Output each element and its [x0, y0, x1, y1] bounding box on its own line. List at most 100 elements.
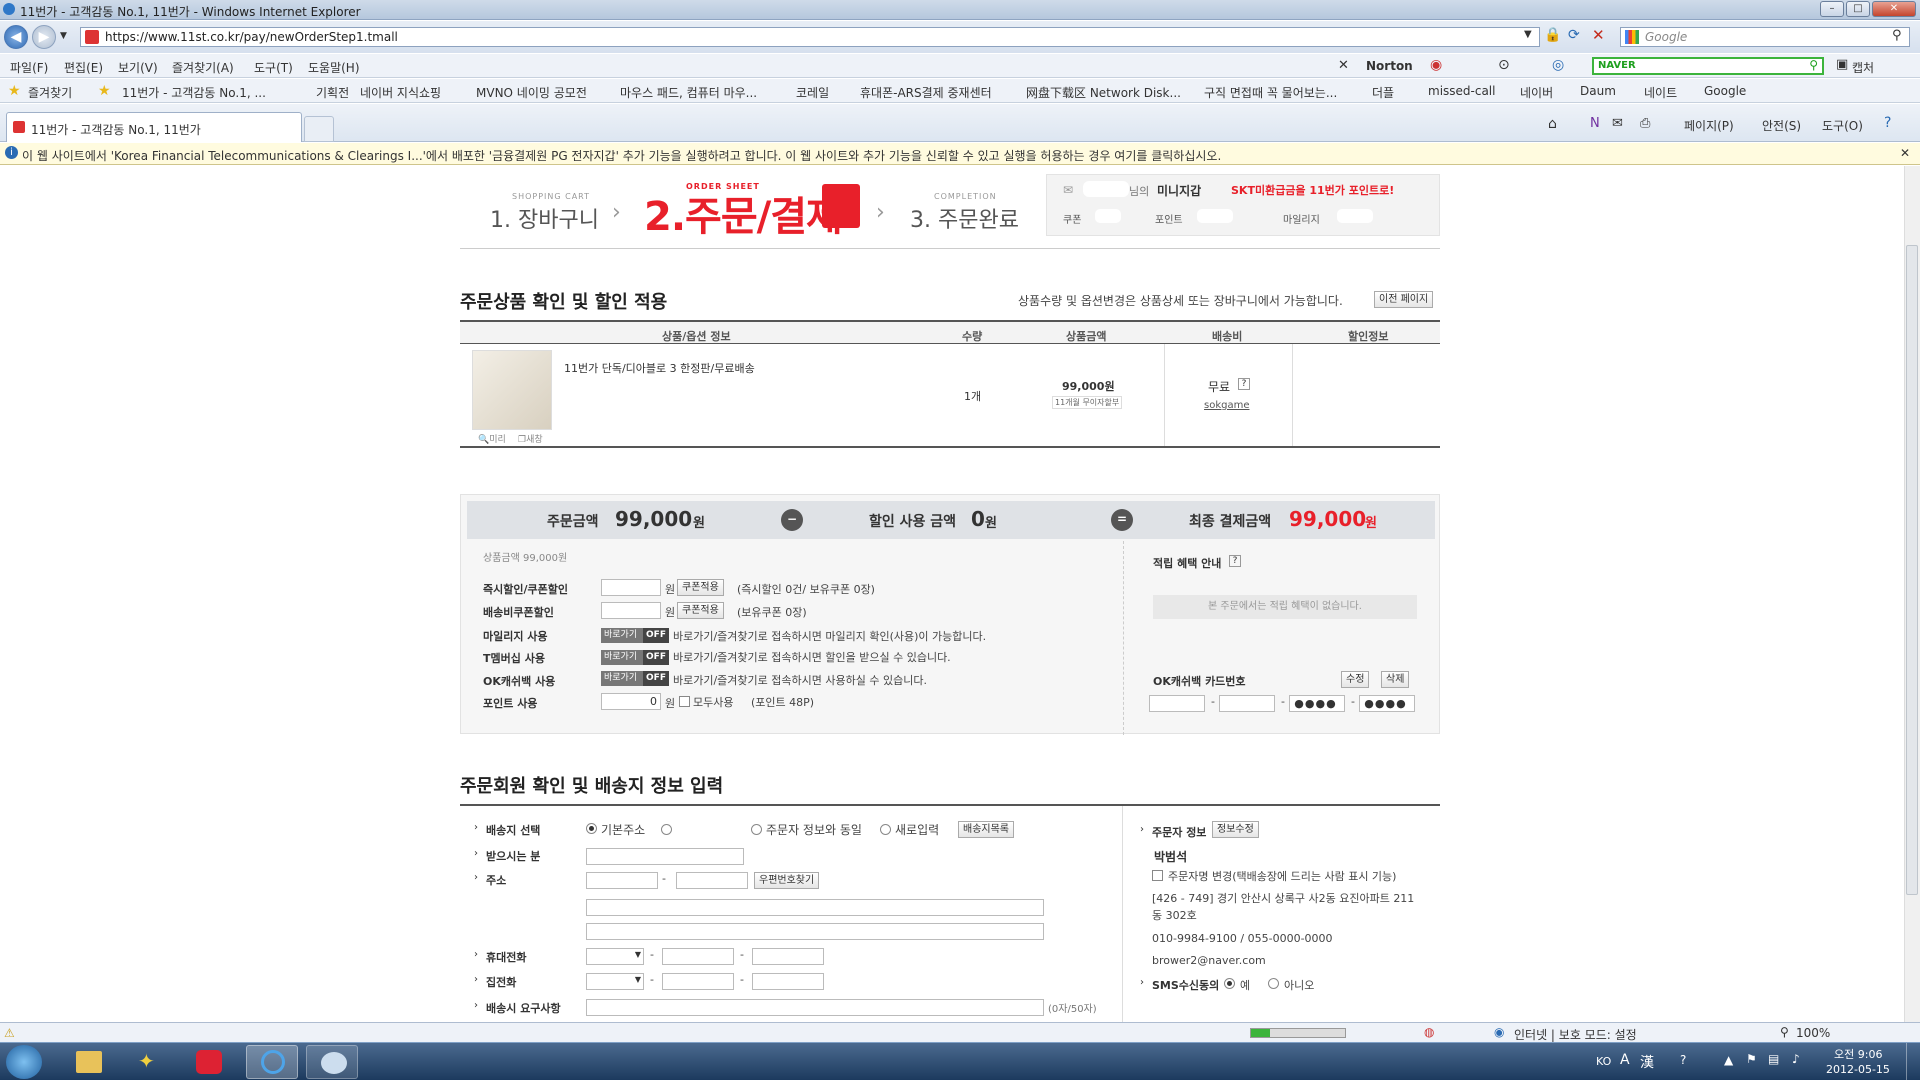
okcashbag-shortcut-toggle[interactable]: 바로가기 OFF	[601, 671, 669, 686]
change-name-checkbox[interactable]	[1152, 870, 1163, 881]
shipping-help-icon[interactable]: ?	[1238, 378, 1250, 390]
network-icon[interactable]: ▤	[1768, 1052, 1779, 1066]
skt-promo-link[interactable]: SKT미환급금을 11번가 포인트로!	[1231, 182, 1394, 198]
ship-coupon-button[interactable]: 쿠폰적용	[677, 602, 724, 619]
fav-network-disk[interactable]: 网盘下载区 Network Disk...	[1026, 84, 1181, 101]
history-dropdown-icon[interactable]: ▼	[60, 31, 67, 41]
menu-favorites[interactable]: 즐겨찾기(A)	[172, 59, 234, 76]
tray-expand-icon[interactable]: ▲	[1724, 1053, 1733, 1067]
norton-safe-icon[interactable]: ◉	[1430, 57, 1442, 73]
request-input[interactable]	[586, 999, 1044, 1016]
menu-file[interactable]: 파일(F)	[10, 59, 48, 76]
app-taskbar-icon[interactable]	[182, 1045, 234, 1079]
lock-icon[interactable]: 🔒	[1544, 27, 1561, 43]
mobile-last-input[interactable]	[752, 948, 824, 965]
hanja-icon[interactable]: 漢	[1640, 1052, 1654, 1072]
instant-coupon-button[interactable]: 쿠폰적용	[677, 579, 724, 596]
address2-input[interactable]	[586, 923, 1044, 940]
address-input[interactable]: https://www.11st.co.kr/pay/newOrderStep1…	[80, 27, 1540, 47]
wand-taskbar-icon[interactable]: ✦	[122, 1045, 174, 1079]
back-button[interactable]: ◀	[4, 25, 28, 49]
clock-date[interactable]: 2012-05-15	[1826, 1063, 1890, 1076]
home-icon[interactable]: ⌂	[1548, 116, 1557, 132]
minimize-button[interactable]: –	[1820, 1, 1844, 17]
okcard-part4[interactable]: ●●●●	[1359, 695, 1415, 712]
receiver-input[interactable]	[586, 848, 744, 865]
search-icon[interactable]: ⚲	[1892, 28, 1902, 43]
edit-info-button[interactable]: 정보수정	[1212, 821, 1259, 838]
zip1-input[interactable]	[586, 872, 658, 889]
okcard-edit-button[interactable]: 수정	[1341, 671, 1370, 688]
ie-taskbar-icon[interactable]	[246, 1045, 298, 1079]
zoom-level[interactable]: 100%	[1796, 1026, 1830, 1040]
onenote-icon[interactable]: N	[1590, 116, 1600, 131]
okcard-part3[interactable]: ●●●●	[1289, 695, 1345, 712]
fav-nate[interactable]: 네이트	[1644, 84, 1677, 101]
okcard-part2[interactable]	[1219, 695, 1275, 712]
fav-mvno[interactable]: MVNO 네이밍 공모전	[476, 84, 587, 101]
address1-input[interactable]	[586, 899, 1044, 916]
home-prefix-select[interactable]	[586, 973, 644, 990]
scrollbar-thumb[interactable]	[1906, 245, 1918, 895]
okcard-part1[interactable]	[1149, 695, 1205, 712]
mobile-mid-input[interactable]	[662, 948, 734, 965]
okcard-delete-button[interactable]: 삭제	[1381, 671, 1410, 688]
maximize-button[interactable]: □	[1846, 1, 1870, 17]
point-input[interactable]: 0	[601, 693, 661, 710]
mileage-shortcut-toggle[interactable]: 바로가기 OFF	[601, 628, 669, 643]
radio-new-address[interactable]	[880, 824, 891, 835]
clock-time[interactable]: 오전 9:06	[1834, 1046, 1882, 1062]
find-zip-button[interactable]: 우편번호찾기	[754, 872, 820, 889]
menu-tools[interactable]: 도구(T)	[254, 59, 293, 76]
home-mid-input[interactable]	[662, 973, 734, 990]
infobar-close-icon[interactable]: ✕	[1900, 146, 1910, 160]
fav-naver-shopping[interactable]: 네이버 지식쇼핑	[360, 84, 441, 101]
search-input[interactable]: Google	[1620, 27, 1910, 47]
cmd-page[interactable]: 페이지(P)	[1684, 117, 1734, 134]
refresh-icon[interactable]: ⟳	[1568, 27, 1580, 43]
capture-icon[interactable]: ▣	[1836, 57, 1848, 72]
start-button[interactable]	[6, 1045, 42, 1079]
capture-button[interactable]: 캡처	[1852, 59, 1874, 76]
instant-discount-input[interactable]	[601, 579, 661, 596]
read-mail-icon[interactable]: ✉	[1612, 116, 1623, 131]
prev-page-button[interactable]: 이전 페이지	[1374, 291, 1434, 308]
benefit-help-icon[interactable]: ?	[1229, 555, 1241, 567]
radio-same-as-orderer[interactable]	[751, 824, 762, 835]
wallet-mileage[interactable]: 마일리지	[1283, 211, 1320, 226]
fav-promo[interactable]: 기획전	[316, 84, 349, 101]
tmembership-shortcut-toggle[interactable]: 바로가기 OFF	[601, 650, 669, 665]
toolbar-web-icon[interactable]: ◎	[1552, 57, 1564, 73]
menu-view[interactable]: 보기(V)	[118, 59, 158, 76]
fav-missed-call[interactable]: missed-call	[1428, 84, 1495, 98]
radio-basic-address[interactable]	[586, 823, 597, 834]
use-all-points-checkbox[interactable]	[679, 696, 690, 707]
security-zone[interactable]: 인터넷 | 보호 모드: 설정	[1514, 1026, 1637, 1043]
preview-link[interactable]: 🔍미리	[478, 432, 506, 445]
home-last-input[interactable]	[752, 973, 824, 990]
ship-coupon-input[interactable]	[601, 602, 661, 619]
norton-button[interactable]: Norton	[1366, 59, 1413, 73]
radio-extra[interactable]	[661, 824, 672, 835]
cmd-safety[interactable]: 안전(S)	[1762, 117, 1801, 134]
sms-no-radio[interactable]	[1268, 978, 1279, 989]
forward-button[interactable]: ▶	[32, 25, 56, 49]
fav-ars[interactable]: 휴대폰-ARS결제 중재센터	[860, 84, 992, 101]
naver-search-input[interactable]: NAVER ⚲	[1592, 57, 1824, 75]
wallet-point[interactable]: 포인트	[1155, 211, 1183, 226]
fav-daum[interactable]: Daum	[1580, 84, 1616, 98]
close-toolbar-icon[interactable]: ✕	[1338, 58, 1349, 73]
language-indicator[interactable]: KO	[1596, 1055, 1611, 1068]
menu-help[interactable]: 도움말(H)	[308, 59, 360, 76]
flag-icon[interactable]: ⚑	[1746, 1052, 1757, 1066]
popup-blocker-icon[interactable]: ◍	[1424, 1025, 1434, 1039]
newwin-link[interactable]: ❐새창	[518, 432, 543, 445]
close-window-button[interactable]: ✕	[1872, 1, 1916, 17]
fav-interview[interactable]: 구직 면접때 꼭 물어보는...	[1204, 84, 1337, 101]
help-icon[interactable]: ?	[1884, 115, 1891, 131]
cmd-tools[interactable]: 도구(O)	[1822, 117, 1863, 134]
ime-icon[interactable]: A	[1620, 1052, 1630, 1068]
menu-edit[interactable]: 편집(E)	[64, 59, 103, 76]
fav-korail[interactable]: 코레일	[796, 84, 829, 101]
new-tab-button[interactable]	[304, 116, 334, 142]
